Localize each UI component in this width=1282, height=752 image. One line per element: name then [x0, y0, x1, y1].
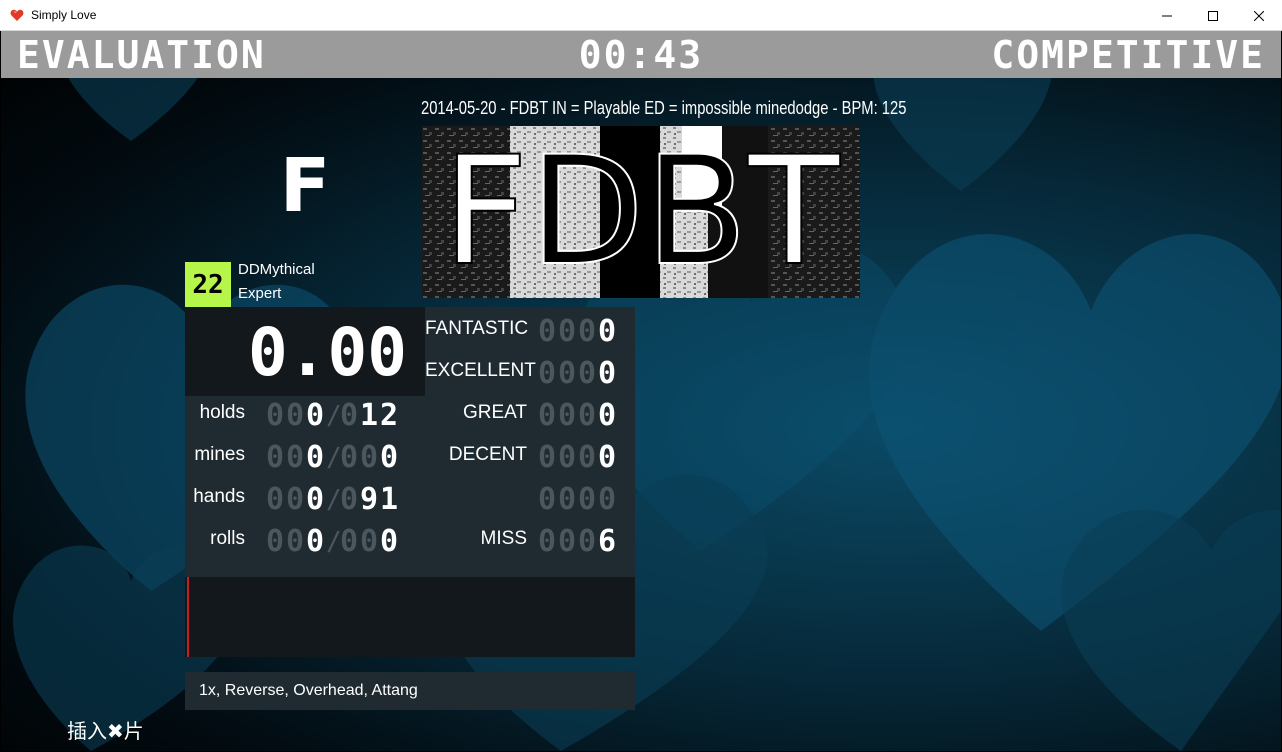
counter-slash: / — [326, 443, 342, 473]
counter-digit: 0 — [306, 524, 325, 559]
judgment-counter: 0000 — [538, 443, 618, 473]
judgment-label: DECENT — [448, 444, 527, 465]
difficulty-name: Expert — [238, 285, 282, 302]
counter-digit: 0 — [598, 440, 617, 475]
minimize-icon — [1162, 15, 1172, 16]
stat-counter: 0 0 0/0 1 2 — [266, 398, 400, 433]
counter-slash: / — [326, 401, 342, 431]
insert-card-text: 插入✖片 — [67, 719, 144, 743]
counter-digit: 0 — [578, 356, 597, 391]
counter-digit: 0 — [538, 524, 557, 559]
stat-counter: 0 0 0/0 9 1 — [266, 482, 400, 517]
window-title: Simply Love — [31, 8, 97, 22]
counter-digit: 0 — [266, 398, 285, 433]
counter-digit: 0 — [538, 356, 557, 391]
counter-digit: 0 — [286, 524, 305, 559]
judgment-counter: 0000 — [538, 401, 618, 431]
counter-slash: / — [326, 485, 342, 515]
counter-digit: 0 — [380, 440, 399, 475]
stat-label: rolls — [210, 528, 245, 549]
counter-digit: 1 — [380, 482, 399, 517]
judgment-label: GREAT — [462, 402, 527, 423]
counter-digit: 0 — [286, 482, 305, 517]
counter-digit: 0 — [558, 314, 577, 349]
life-graph-line — [187, 577, 189, 657]
counter-digit: 0 — [578, 398, 597, 433]
heart-icon — [9, 7, 25, 23]
judgment-label: EXCELLENT — [425, 360, 536, 381]
counter-digit: 0 — [340, 482, 359, 517]
counter-digit: 0 — [340, 440, 359, 475]
counter-digit: 0 — [598, 398, 617, 433]
difficulty-meter-badge: 22 — [185, 262, 231, 308]
counter-digit: 0 — [598, 314, 617, 349]
counter-digit: 0 — [266, 440, 285, 475]
counter-digit: 9 — [360, 482, 379, 517]
letter-grade: F — [279, 143, 331, 229]
counter-digit: 1 — [360, 398, 379, 433]
counter-digit: 0 — [558, 524, 577, 559]
banner-letter: B — [644, 126, 749, 298]
difficulty-meter: 22 — [192, 270, 224, 300]
counter-digit: 0 — [558, 398, 577, 433]
judgment-label: FANTASTIC — [425, 318, 529, 339]
judgment-counter: 0006 — [538, 527, 618, 557]
stat-label: hands — [193, 486, 245, 507]
banner-letter: T — [747, 126, 841, 298]
chart-author: DDMythical — [238, 261, 315, 278]
song-banner: F D B T — [422, 126, 860, 298]
counter-digit: 0 — [578, 314, 597, 349]
counter-digit: 0 — [558, 356, 577, 391]
stat-label: mines — [194, 444, 245, 465]
window-titlebar: Simply Love — [0, 0, 1282, 31]
minimize-button[interactable] — [1144, 0, 1190, 31]
counter-digit: 0 — [360, 524, 379, 559]
counter-digit: 0 — [578, 524, 597, 559]
counter-digit: 0 — [380, 524, 399, 559]
judgment-counter: 0000 — [538, 317, 618, 347]
game-screen: EVALUATION 00:43 COMPETITIVE 2014-05-20 … — [1, 31, 1281, 751]
counter-digit: 0 — [340, 524, 359, 559]
judgment-counter: 0000 — [538, 359, 618, 389]
song-info: 2014-05-20 - FDBT IN = Playable ED = imp… — [421, 98, 907, 118]
maximize-icon — [1208, 10, 1218, 21]
stat-counter: 0 0 0/0 0 0 — [266, 524, 400, 559]
counter-digit: 0 — [340, 398, 359, 433]
life-graph — [185, 577, 635, 657]
counter-digit: 6 — [598, 524, 617, 559]
stat-counter: 0 0 0/0 0 0 — [266, 440, 400, 475]
counter-digit: 0 — [558, 440, 577, 475]
counter-digit: 0 — [538, 482, 557, 517]
counter-slash: / — [326, 527, 342, 557]
counter-digit: 0 — [306, 440, 325, 475]
counter-digit: 0 — [306, 482, 325, 517]
counter-digit: 0 — [306, 398, 325, 433]
modifiers-bar: 1x, Reverse, Overhead, Attang — [185, 672, 635, 710]
close-button[interactable] — [1236, 0, 1282, 31]
percent-score: 0.00 — [248, 314, 407, 391]
counter-digit: 0 — [286, 440, 305, 475]
close-icon — [1254, 10, 1264, 21]
counter-digit: 0 — [598, 356, 617, 391]
counter-digit: 0 — [538, 314, 557, 349]
counter-digit: 0 — [266, 524, 285, 559]
counter-digit: 0 — [538, 440, 557, 475]
counter-digit: 0 — [558, 482, 577, 517]
banner-letter: D — [528, 126, 646, 298]
counter-digit: 0 — [286, 398, 305, 433]
game-mode-label: COMPETITIVE — [991, 33, 1265, 77]
counter-digit: 0 — [578, 440, 597, 475]
counter-digit: 0 — [538, 398, 557, 433]
stat-label: holds — [199, 402, 245, 423]
counter-digit: 2 — [380, 398, 399, 433]
counter-digit: 0 — [360, 440, 379, 475]
banner-letter: F — [441, 126, 529, 298]
counter-digit: 0 — [598, 482, 617, 517]
maximize-button[interactable] — [1190, 0, 1236, 31]
counter-digit: 0 — [578, 482, 597, 517]
judgment-counter: 0000 — [538, 485, 618, 515]
judgment-label: MISS — [480, 528, 527, 549]
counter-digit: 0 — [266, 482, 285, 517]
